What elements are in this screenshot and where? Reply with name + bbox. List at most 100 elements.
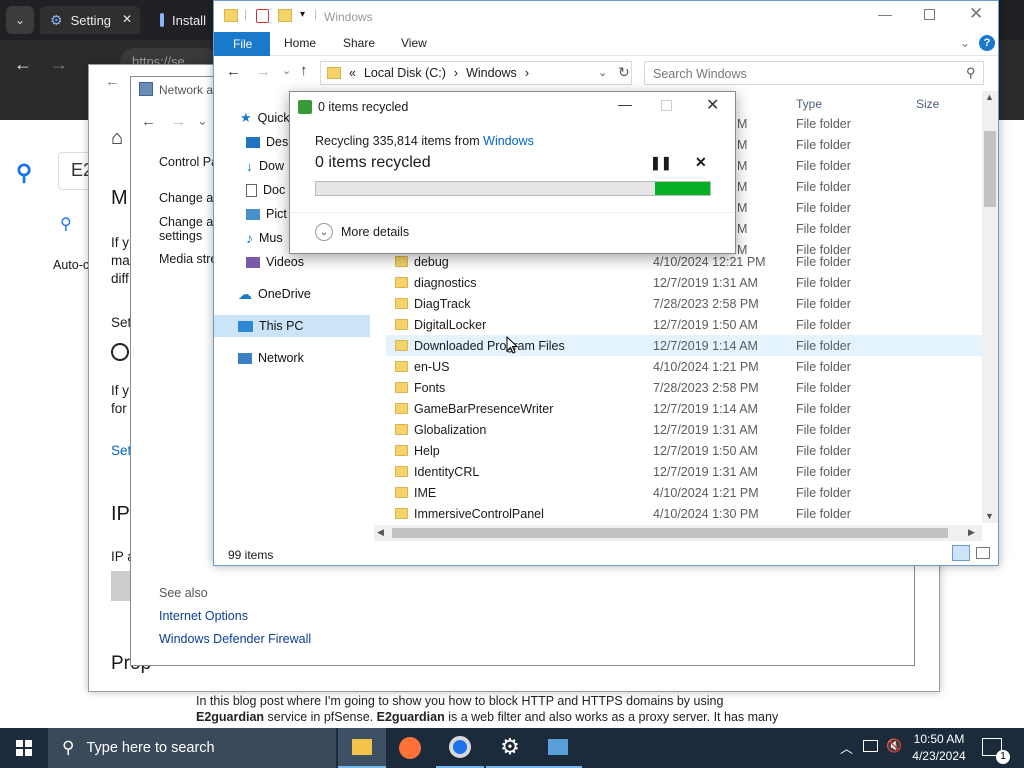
up-arrow-icon[interactable]: ↑ bbox=[300, 62, 308, 79]
back-arrow-icon[interactable]: ← bbox=[14, 54, 32, 75]
customize-quick-access-icon[interactable]: ▾ bbox=[300, 9, 305, 20]
properties-icon[interactable] bbox=[256, 9, 269, 23]
tab-view[interactable]: View bbox=[401, 36, 427, 50]
minimize-icon[interactable]: — bbox=[618, 96, 632, 112]
change-sharing-link-2[interactable]: settings bbox=[159, 229, 202, 243]
volume-muted-icon[interactable]: 🔇 bbox=[886, 738, 902, 754]
search-input[interactable]: Search Windows bbox=[644, 61, 984, 85]
close-icon[interactable]: ✕ bbox=[969, 4, 983, 24]
forward-arrow-icon[interactable]: → bbox=[171, 113, 186, 130]
tab-share[interactable]: Share bbox=[343, 36, 375, 50]
taskbar-control-panel[interactable] bbox=[534, 728, 582, 768]
nav-videos[interactable]: Videos bbox=[214, 251, 370, 273]
table-row[interactable]: IME 4/10/2024 1:21 PM File folder bbox=[386, 482, 982, 503]
file-type: File folder bbox=[796, 222, 851, 236]
change-adapter-link[interactable]: Change ac bbox=[159, 191, 219, 205]
taskbar-firefox[interactable] bbox=[386, 728, 434, 768]
settings-link[interactable]: Set bbox=[111, 443, 131, 458]
network-tray-icon[interactable] bbox=[863, 740, 878, 752]
breadcrumb-windows[interactable]: Windows bbox=[466, 66, 517, 80]
vertical-scrollbar[interactable]: ▲ ▼ bbox=[982, 91, 998, 523]
change-sharing-link[interactable]: Change ac bbox=[159, 215, 219, 229]
table-row[interactable]: GameBarPresenceWriter 12/7/2019 1:14 AM Fi… bbox=[386, 398, 982, 419]
scrollbar-thumb[interactable] bbox=[392, 528, 948, 538]
scroll-down-icon[interactable]: ▼ bbox=[985, 511, 994, 521]
column-header-type[interactable]: Type bbox=[796, 97, 822, 111]
forward-arrow-icon[interactable]: → bbox=[256, 63, 271, 80]
radio-button[interactable] bbox=[111, 343, 129, 361]
table-row[interactable]: ImmersiveControlPanel 4/10/2024 1:30 PM Fi… bbox=[386, 503, 982, 524]
chevron-up-icon[interactable]: ︿ bbox=[840, 738, 853, 757]
taskbar-search[interactable]: ⚲ Type here to search bbox=[48, 728, 336, 768]
table-row[interactable]: Help 12/7/2019 1:50 AM File folder bbox=[386, 440, 982, 461]
chevron-down-icon[interactable]: ⌄ bbox=[598, 66, 607, 79]
table-row[interactable]: Globalization 12/7/2019 1:31 AM File folde… bbox=[386, 419, 982, 440]
horizontal-scrollbar[interactable]: ◀ ▶ bbox=[374, 525, 982, 541]
address-breadcrumb[interactable]: « Local Disk (C:) › Windows › bbox=[320, 61, 632, 85]
table-row[interactable]: diagnostics 12/7/2019 1:31 AM File folder bbox=[386, 272, 982, 293]
clock-date[interactable]: 4/23/2024 bbox=[912, 749, 966, 763]
file-name: en-US bbox=[414, 359, 450, 374]
close-icon[interactable]: ✕ bbox=[706, 95, 719, 115]
table-row[interactable]: Downloaded Program Files 12/7/2019 1:14 A… bbox=[386, 335, 982, 356]
recent-locations-icon[interactable]: ⌄ bbox=[282, 64, 291, 77]
scroll-up-icon[interactable]: ▲ bbox=[985, 92, 994, 102]
breadcrumb-separator[interactable]: › bbox=[525, 66, 529, 80]
tab-file[interactable]: File bbox=[214, 32, 270, 56]
back-arrow-icon[interactable]: ← bbox=[105, 73, 120, 90]
browser-tab-install[interactable]: Install bbox=[150, 6, 214, 34]
start-button[interactable] bbox=[0, 728, 48, 768]
folder-icon bbox=[395, 256, 408, 267]
table-row[interactable]: DigitalLocker 12/7/2019 1:50 AM File folde… bbox=[386, 314, 982, 335]
close-tab-icon[interactable]: ✕ bbox=[122, 12, 132, 26]
breadcrumb-separator[interactable]: › bbox=[454, 66, 458, 80]
scroll-left-icon[interactable]: ◀ bbox=[377, 527, 384, 538]
column-header-size[interactable]: Size bbox=[916, 97, 939, 111]
table-row[interactable]: en-US 4/10/2024 1:21 PM File folder bbox=[386, 356, 982, 377]
new-folder-icon[interactable] bbox=[278, 9, 292, 22]
tab-search-button[interactable]: ⌄ bbox=[6, 6, 34, 34]
scrollbar-thumb[interactable] bbox=[984, 131, 996, 207]
help-icon[interactable]: ? bbox=[979, 35, 995, 51]
scroll-right-icon[interactable]: ▶ bbox=[968, 527, 975, 538]
control-panel-link[interactable]: Control Pa bbox=[159, 155, 218, 169]
progress-bar bbox=[315, 181, 711, 196]
home-icon[interactable]: ⌂ bbox=[111, 127, 123, 150]
taskbar-file-explorer[interactable] bbox=[338, 728, 386, 768]
chevron-down-icon[interactable]: ⌄ bbox=[960, 36, 970, 50]
taskbar-settings[interactable]: ⚙ bbox=[486, 728, 534, 768]
defender-firewall-link[interactable]: Windows Defender Firewall bbox=[159, 632, 311, 646]
back-arrow-icon[interactable]: ← bbox=[141, 113, 156, 130]
search-icon: ⚲ bbox=[60, 216, 72, 233]
internet-options-link[interactable]: Internet Options bbox=[159, 609, 248, 623]
pause-icon[interactable]: ❚❚ bbox=[650, 155, 672, 171]
clock-time[interactable]: 10:50 AM bbox=[912, 732, 966, 746]
large-icons-view-icon[interactable] bbox=[976, 547, 990, 559]
table-row[interactable]: debug 4/10/2024 12:21 PM File folder bbox=[386, 251, 982, 272]
chevron-down-icon[interactable]: ⌄ bbox=[197, 113, 208, 129]
table-row[interactable]: IdentityCRL 12/7/2019 1:31 AM File folder bbox=[386, 461, 982, 482]
taskbar-chrome[interactable] bbox=[436, 728, 484, 768]
maximize-icon[interactable] bbox=[924, 9, 935, 20]
back-arrow-icon[interactable]: ← bbox=[226, 63, 241, 80]
tab-home[interactable]: Home bbox=[284, 36, 316, 50]
refresh-icon[interactable]: ↻ bbox=[618, 64, 630, 81]
forward-arrow-icon[interactable]: → bbox=[50, 54, 68, 75]
breadcrumb-local-disk[interactable]: Local Disk (C:) bbox=[364, 66, 446, 80]
browser-tab-settings[interactable]: ⚙ Setting ✕ bbox=[40, 6, 140, 34]
details-view-icon[interactable] bbox=[952, 545, 970, 561]
cancel-icon[interactable]: ✕ bbox=[695, 154, 707, 171]
breadcrumb-overflow[interactable]: « bbox=[349, 66, 356, 80]
media-streaming-link[interactable]: Media stre bbox=[159, 252, 217, 266]
search-icon: ⚲ bbox=[966, 65, 976, 80]
nav-this-pc[interactable]: This PC bbox=[214, 315, 370, 337]
minimize-icon[interactable]: — bbox=[878, 6, 892, 22]
table-row[interactable]: DiagTrack 7/28/2023 2:58 PM File folder bbox=[386, 293, 982, 314]
nav-network[interactable]: Network bbox=[214, 347, 370, 369]
settings-heading: M bbox=[111, 187, 128, 209]
table-row[interactable]: Fonts 7/28/2023 2:58 PM File folder bbox=[386, 377, 982, 398]
source-folder-link[interactable]: Windows bbox=[483, 134, 534, 148]
nav-onedrive[interactable]: ☁ OneDrive bbox=[214, 283, 370, 305]
more-details-toggle[interactable]: ⌄ More details bbox=[315, 223, 409, 241]
file-name: DiagTrack bbox=[414, 296, 471, 311]
